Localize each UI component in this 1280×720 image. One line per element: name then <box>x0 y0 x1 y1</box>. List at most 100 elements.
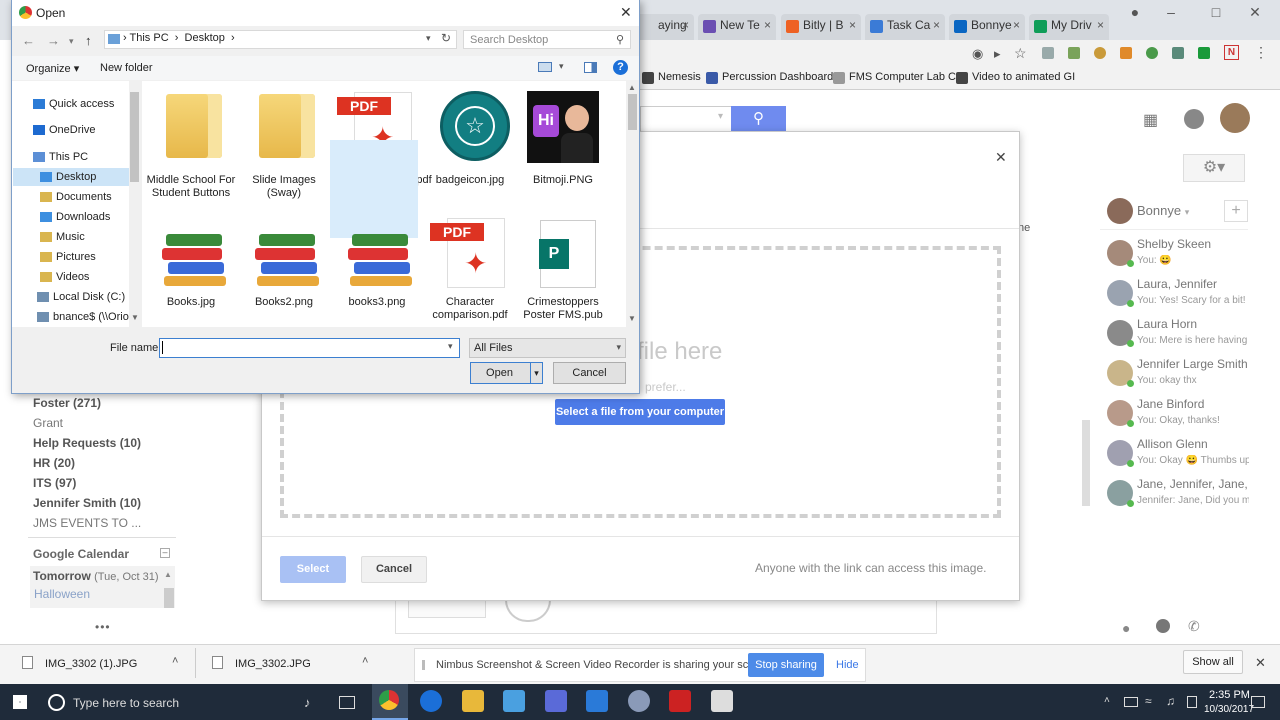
file-item[interactable]: Middle School For Student Buttons <box>146 88 236 208</box>
file-item[interactable]: PDF ✦ Character comparison.pdf <box>425 214 515 334</box>
omnibox-area[interactable] <box>640 40 1280 70</box>
notifications-icon[interactable] <box>1184 109 1204 129</box>
view-icon[interactable] <box>538 62 552 72</box>
chevron-up-icon[interactable]: ˄ <box>172 655 178 667</box>
more-icon[interactable]: ••• <box>95 620 111 634</box>
notification-center-icon[interactable] <box>1251 696 1265 708</box>
battery-icon[interactable] <box>1124 697 1138 707</box>
app-icon[interactable] <box>628 690 650 712</box>
profile-icon[interactable]: ● <box>1124 4 1146 22</box>
bookmark-item[interactable]: Video to animated GI <box>956 71 1075 84</box>
mail-label[interactable]: Help Requests (10) <box>33 436 141 450</box>
close-tab-icon[interactable]: × <box>682 18 689 32</box>
cancel-button[interactable]: Cancel <box>361 556 427 583</box>
mail-label[interactable]: Foster (271) <box>33 396 101 410</box>
extension-icon[interactable] <box>1068 47 1080 59</box>
close-tab-icon[interactable]: × <box>764 18 771 32</box>
extension-icon[interactable] <box>1172 47 1184 59</box>
close-modal-icon[interactable]: ✕ <box>995 149 1007 166</box>
file-item[interactable]: P Crimestoppers Poster FMS.pub <box>518 214 608 334</box>
acrobat-icon[interactable] <box>669 690 691 712</box>
dialog-cancel-button[interactable]: Cancel <box>553 362 626 384</box>
show-all-button[interactable]: Show all <box>1183 650 1243 674</box>
file-name-input[interactable] <box>159 338 460 358</box>
mail-icon[interactable] <box>711 690 733 712</box>
n-extension-icon[interactable]: N <box>1224 45 1239 60</box>
close-tab-icon[interactable]: × <box>933 18 940 32</box>
extension-icon[interactable] <box>1198 47 1210 59</box>
drag-handle-icon[interactable] <box>422 660 425 670</box>
nav-scrollbar-thumb[interactable] <box>130 92 139 182</box>
file-item[interactable]: books3.png <box>332 214 422 334</box>
nav-item[interactable]: Pictures <box>40 251 96 263</box>
windows-start-icon[interactable] <box>13 695 27 709</box>
chevron-up-icon[interactable]: ˄ <box>1104 695 1110 706</box>
calendar-event[interactable]: Halloween <box>34 587 90 601</box>
outlook-icon[interactable] <box>586 690 608 712</box>
clock-date[interactable]: 10/30/2017 <box>1204 704 1254 715</box>
refresh-icon[interactable]: ↻ <box>441 31 451 45</box>
up-icon[interactable]: ↑ <box>85 33 92 48</box>
menu-icon[interactable]: ⋮ <box>1254 44 1268 61</box>
file-name-dropdown-icon[interactable]: ▾ <box>448 341 453 352</box>
close-tab-icon[interactable]: × <box>849 18 856 32</box>
new-folder-button[interactable]: New folder <box>100 62 153 74</box>
hangouts-icon[interactable] <box>1156 619 1170 633</box>
bookmark-item[interactable]: Percussion Dashboard <box>706 71 833 84</box>
scroll-up-icon[interactable]: ▲ <box>628 83 636 92</box>
mail-label[interactable]: JMS EVENTS TO ... <box>33 516 141 530</box>
forward-icon[interactable]: → <box>47 33 60 48</box>
preview-pane-icon[interactable] <box>584 62 597 73</box>
maximize-button[interactable]: □ <box>1205 4 1227 22</box>
extension-icon[interactable] <box>1120 47 1132 59</box>
mail-label[interactable]: ITS (97) <box>33 476 76 490</box>
minimize-button[interactable]: – <box>1160 4 1182 22</box>
search-dropdown-icon[interactable]: ▾ <box>718 111 723 122</box>
eye-icon[interactable]: ◉ <box>972 46 983 62</box>
nav-item[interactable]: bnance$ (\\Orion <box>37 311 135 323</box>
search-desktop-input[interactable]: Search Desktop ⚲ <box>463 30 631 49</box>
person-icon[interactable]: ● <box>1122 620 1130 636</box>
scrollbar-thumb[interactable] <box>164 588 174 608</box>
scroll-up-icon[interactable]: ▲ <box>164 570 172 579</box>
chat-me-name[interactable]: Bonnye ▾ <box>1137 203 1189 218</box>
close-window-button[interactable]: ✕ <box>1244 4 1266 22</box>
microphone-icon[interactable]: ♪ <box>304 695 311 710</box>
chevron-up-icon[interactable]: ˄ <box>362 655 368 667</box>
extension-icon[interactable] <box>1094 47 1106 59</box>
close-downloads-icon[interactable]: ✕ <box>1255 655 1266 671</box>
close-tab-icon[interactable]: × <box>1097 18 1104 32</box>
breadcrumb[interactable]: › This PC › Desktop › <box>123 32 235 44</box>
nav-item[interactable]: Music <box>40 231 85 243</box>
taskbar-search-input[interactable]: Type here to search <box>73 696 179 710</box>
phone-icon[interactable]: ✆ <box>1188 618 1200 635</box>
app-icon[interactable] <box>545 690 567 712</box>
file-item[interactable]: Slide Images (Sway) <box>239 88 329 208</box>
add-chat-icon[interactable]: + <box>1224 200 1248 222</box>
nav-item[interactable]: Documents <box>40 191 112 203</box>
nav-item[interactable]: Desktop <box>40 171 96 183</box>
organize-button[interactable]: Organize ▾ <box>26 62 79 75</box>
collapse-icon[interactable]: – <box>160 548 170 558</box>
bookmark-item[interactable]: Nemesis <box>642 71 701 84</box>
language-icon[interactable] <box>1187 696 1197 708</box>
browser-tab[interactable]: aying × <box>636 14 694 40</box>
file-explorer-icon[interactable] <box>462 690 484 712</box>
help-icon[interactable]: ? <box>613 60 628 75</box>
volume-icon[interactable]: ♫ <box>1166 694 1175 708</box>
file-item[interactable]: Books2.png <box>239 214 329 334</box>
nav-item[interactable]: OneDrive <box>33 124 95 136</box>
select-button[interactable]: Select <box>280 556 346 583</box>
close-dialog-icon[interactable]: ✕ <box>620 4 632 21</box>
mail-label[interactable]: Grant <box>33 416 63 430</box>
extension-icon[interactable] <box>1146 47 1158 59</box>
chat-scrollbar[interactable] <box>1082 420 1090 506</box>
browser-tab[interactable]: Bonnye × <box>949 14 1025 40</box>
account-avatar[interactable] <box>1220 103 1250 133</box>
mail-label[interactable]: HR (20) <box>33 456 75 470</box>
scroll-down-icon[interactable]: ▼ <box>628 314 636 323</box>
address-dropdown-icon[interactable]: ▾ <box>426 33 431 44</box>
browser-tab[interactable]: Bitly | B × <box>781 14 861 40</box>
recent-dropdown-icon[interactable]: ▾ <box>69 36 74 47</box>
settings-gear-icon[interactable]: ⚙▾ <box>1183 154 1245 182</box>
